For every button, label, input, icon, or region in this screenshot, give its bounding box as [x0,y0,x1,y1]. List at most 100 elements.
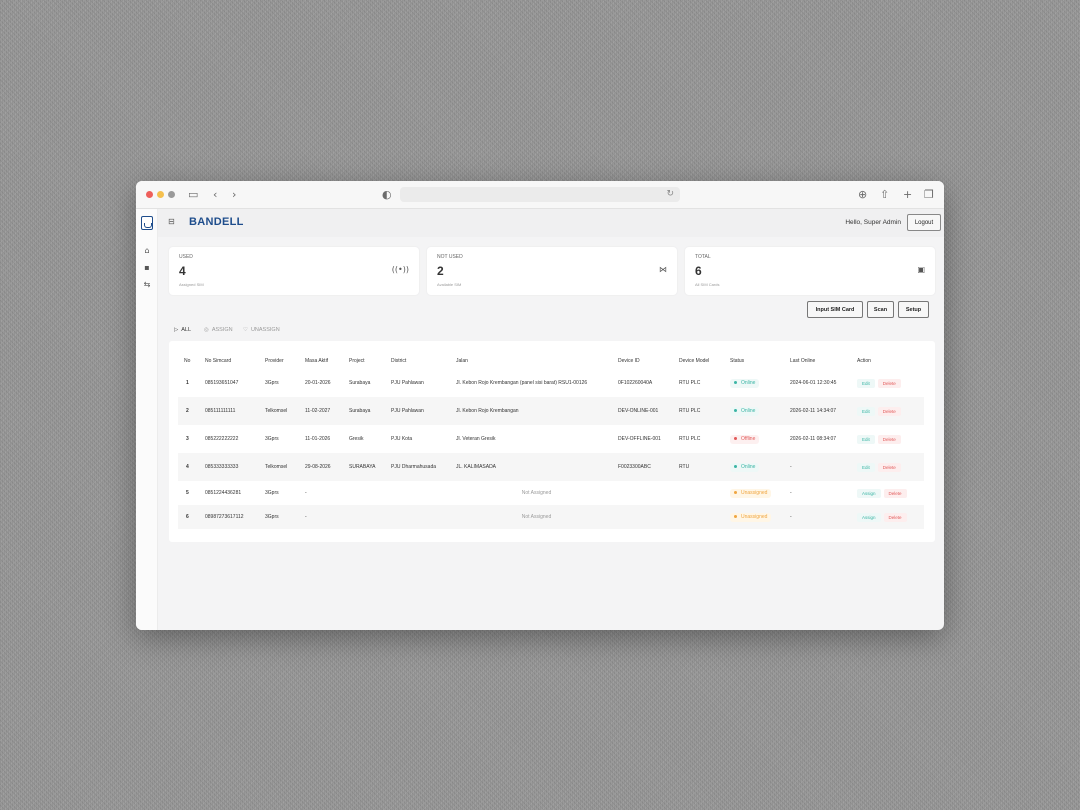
edit-button[interactable]: Edit [857,462,875,472]
cell-device-id: F0023300ABC [618,464,651,470]
status-badge: Offline [730,434,760,444]
antenna-off-icon: ⋈ [659,265,667,274]
sim-card-icon: ▣ [917,265,925,274]
delete-button[interactable]: Delete [877,434,901,444]
cell-simcard: 085333333333 [205,464,239,470]
menu-icon[interactable]: ⊟ [168,217,175,226]
delete-button[interactable]: Delete [883,488,907,498]
cell-jalan: JL. KALIMASADA [456,464,497,470]
cell-simcard: 08987273617112 [205,514,244,520]
cell-simcard: 085193651047 [205,380,239,386]
reload-icon[interactable]: ↻ [666,187,674,202]
address-bar[interactable]: ↻ [400,187,680,202]
cell-district: PJU Kota [391,436,413,442]
cell-jalan: Jl. Kebon Rojo Krembangan (panel sisi ba… [456,380,588,386]
cell-provider: 3Gprs [265,380,279,386]
cell-device-model: RTU [679,464,690,470]
tab-unassign[interactable]: ♡ UNASSIGN [243,327,280,333]
cell-jalan: Jl. Veteran Gresik [456,436,496,442]
stat-label: USED [179,254,193,260]
browser-titlebar: ▭ ‹ › ◐ ↻ ⊕ ⇧ + ❐ [136,181,944,209]
minimize-window-button[interactable] [157,191,164,198]
stat-sub: Assigned SIM [179,282,204,287]
cell-action: Edit Delete [851,453,924,481]
sidebar-toggle-icon[interactable]: ▭ [188,187,198,203]
cell-simcard: 085222222222 [205,436,239,442]
home-icon[interactable]: ⌂ [141,245,153,257]
setup-button[interactable]: Setup [898,301,929,318]
sim-table-container: No No Simcard Provider Masa Aktif Projec… [169,341,935,542]
cell-project: Gresik [349,436,364,442]
cell-last-online: 2026-02-11 08:34:07 [790,436,837,442]
stat-card-not-used: NOT USED 2 Available SIM ⋈ [427,247,677,295]
cell-status: Online [724,397,784,425]
brand-title: BANDELL [189,216,244,228]
heart-icon: ♡ [243,327,248,333]
cell-last-online: - [790,490,792,496]
cell-status: Unassigned [724,481,784,505]
cell-device-id: DEV-ONLINE-001 [618,408,659,414]
close-window-button[interactable] [146,191,153,198]
cell-masa-aktif: 29-08-2026 [305,464,331,470]
cell-device-id: DEV-OFFLINE-001 [618,436,661,442]
stat-value: 6 [695,264,702,278]
tabs-overview-icon[interactable]: ❐ [924,187,934,203]
assign-button[interactable]: Assign [857,512,881,522]
stat-card-total: TOTAL 6 All SIM Cards ▣ [685,247,935,295]
cell-device-model: RTU PLC [679,408,701,414]
download-icon[interactable]: ⊕ [858,187,867,203]
column-header: No Simcard [205,357,232,364]
table-row: 2 085111111111 Telkomsel 11-02-2027 Sura… [178,397,924,425]
stat-sub: Available SIM [437,282,462,287]
stat-value: 2 [437,264,444,278]
edit-button[interactable]: Edit [857,378,875,388]
cell-action: Edit Delete [851,397,924,425]
edit-button[interactable]: Edit [857,406,875,416]
column-header: Last Online [790,357,816,364]
tab-all[interactable]: ▷ ALL [174,327,191,333]
cell-action: Assign Delete [851,481,924,505]
sim-table: No No Simcard Provider Masa Aktif Projec… [178,352,924,529]
status-badge: Online [730,378,760,388]
tab-assign[interactable]: ◎ ASSIGN [204,327,233,333]
play-icon: ▷ [174,327,179,333]
app-header: ⊟ BANDELL Hello, Super Admin Logout [158,209,944,237]
cell-provider: Telkomsel [265,464,288,470]
share-icon[interactable]: ⇧ [880,187,889,203]
cell-not-assigned: Not Assigned [521,514,552,520]
browser-window: ▭ ‹ › ◐ ↻ ⊕ ⇧ + ❐ ⌂ ▪ ⇆ ⊟ BANDELL Hello,… [136,181,944,630]
cell-simcard: 0851224436281 [205,490,242,496]
zoom-window-button[interactable] [168,191,175,198]
cell-last-online: - [790,514,792,520]
delete-button[interactable]: Delete [877,406,901,416]
chevron-left-icon[interactable]: ‹ [213,187,217,203]
delete-button[interactable]: Delete [877,378,901,388]
cell-masa-aktif: - [305,490,307,496]
chevron-right-icon[interactable]: › [232,187,236,203]
assign-button[interactable]: Assign [857,488,881,498]
column-header: Jalan [456,357,468,364]
table-row: 4 085333333333 Telkomsel 29-08-2026 SURA… [178,453,924,481]
column-header: Project [349,357,365,364]
shield-icon: ◐ [382,188,392,201]
document-icon[interactable]: ▪ [141,262,153,274]
cell-simcard: 085111111111 [205,408,236,414]
cell-district: PJU Pahlawan [391,380,424,386]
transfer-icon[interactable]: ⇆ [141,279,153,291]
cell-no: 4 [186,464,189,470]
delete-button[interactable]: Delete [883,512,907,522]
cell-device-model: RTU PLC [679,380,701,386]
delete-button[interactable]: Delete [877,462,901,472]
column-header: Device ID [618,357,640,364]
edit-button[interactable]: Edit [857,434,875,444]
cell-status: Online [724,369,784,397]
cell-status: Online [724,453,784,481]
scan-button[interactable]: Scan [867,301,894,318]
input-sim-card-button[interactable]: Input SIM Card [807,301,863,318]
plus-icon[interactable]: + [903,187,912,203]
logout-button[interactable]: Logout [907,214,941,231]
cell-no: 2 [186,408,189,414]
broadcast-icon: ((•)) [391,265,409,274]
cell-provider: 3Gprs [265,436,279,442]
cell-action: Edit Delete [851,425,924,453]
